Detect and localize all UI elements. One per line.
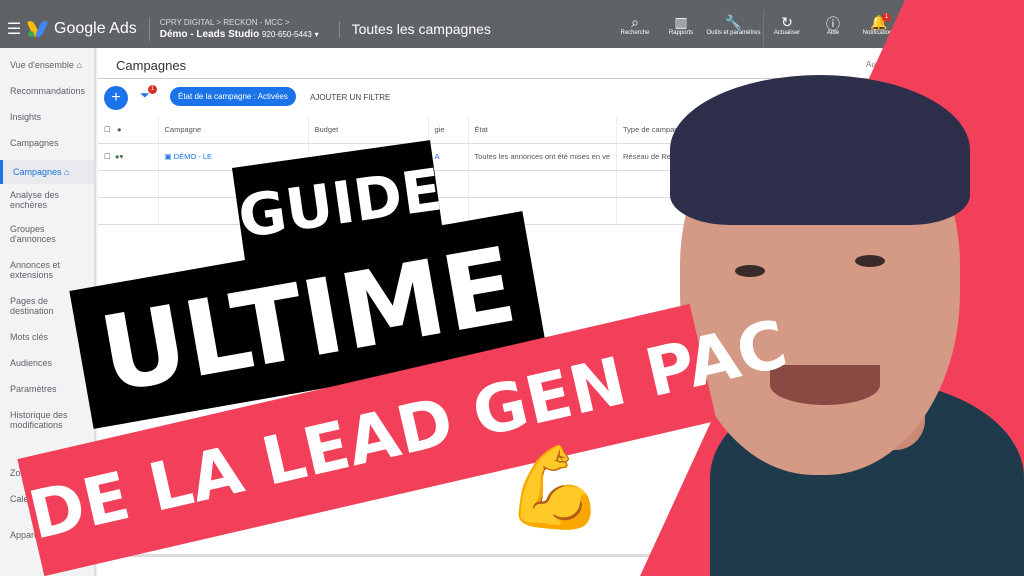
account-name: Démo - Leads Studio (159, 29, 260, 40)
app-name: Google Ads (54, 20, 137, 37)
select-all-checkbox[interactable]: ☐ ● (98, 116, 159, 144)
chevron-down-icon: ▾ (314, 30, 319, 39)
campaign-name: DÉMO - LE (173, 152, 213, 161)
status-cell: Toutes les annonces ont été mises en ve (468, 143, 617, 171)
menu-icon[interactable]: ☰ (0, 19, 28, 39)
sidebar-item-label: Vue d'ensemble (10, 60, 74, 70)
column-header[interactable]: État (468, 116, 617, 144)
section-title: Campagnes (116, 58, 187, 73)
sidebar-item-campaigns-group[interactable]: Campagnes (0, 138, 94, 160)
account-id: 920-650-5443 (261, 30, 312, 39)
filter-icon[interactable]: ⏷ 1 (140, 85, 157, 103)
google-ads-logo (26, 21, 49, 37)
sidebar-item-audiences[interactable]: Audiences (0, 358, 94, 384)
sidebar-item-overview[interactable]: Vue d'ensemble ⌂ (0, 60, 94, 86)
column-header[interactable]: Campagne (158, 116, 309, 144)
sidebar-item-insights[interactable]: Insights (0, 112, 94, 138)
sidebar-item-label: Campagnes (13, 167, 62, 177)
sidebar-item-auction-insights[interactable]: Analyse des enchères (0, 184, 94, 224)
sidebar-item-settings[interactable]: Paramètres (0, 384, 94, 410)
table-header: ☐ ● Campagne Budget gie État Type de cam… (98, 116, 705, 144)
add-filter-button[interactable]: AJOUTER UN FILTRE (310, 93, 390, 102)
footer-note (106, 554, 706, 557)
presenter-photo (640, 0, 1024, 576)
account-selector[interactable]: CPRY DIGITAL > RECKON - MCC > Démo - Lea… (148, 17, 319, 41)
home-icon: ⌂ (64, 167, 70, 177)
sidebar-item-recommendations[interactable]: Recommandations (0, 86, 94, 112)
home-icon: ⌂ (76, 60, 82, 70)
filter-chip[interactable]: État de la campagne : Activées (170, 87, 296, 106)
row-checkbox[interactable]: ☐ ●▾ (98, 143, 159, 171)
page-title: Toutes les campagnes (338, 21, 491, 37)
filter-badge: 1 (148, 85, 157, 94)
column-header[interactable]: Budget (308, 116, 429, 144)
sidebar-item-ad-groups[interactable]: Groupes d'annonces (0, 224, 94, 260)
column-header[interactable]: gie (428, 116, 469, 144)
add-campaign-button[interactable]: + (104, 86, 128, 110)
account-path: CPRY DIGITAL > RECKON - MCC > (159, 18, 290, 27)
flexed-biceps-emoji: 💪 (505, 441, 605, 534)
sidebar-item-campaigns[interactable]: Campagnes ⌂ (0, 160, 94, 184)
